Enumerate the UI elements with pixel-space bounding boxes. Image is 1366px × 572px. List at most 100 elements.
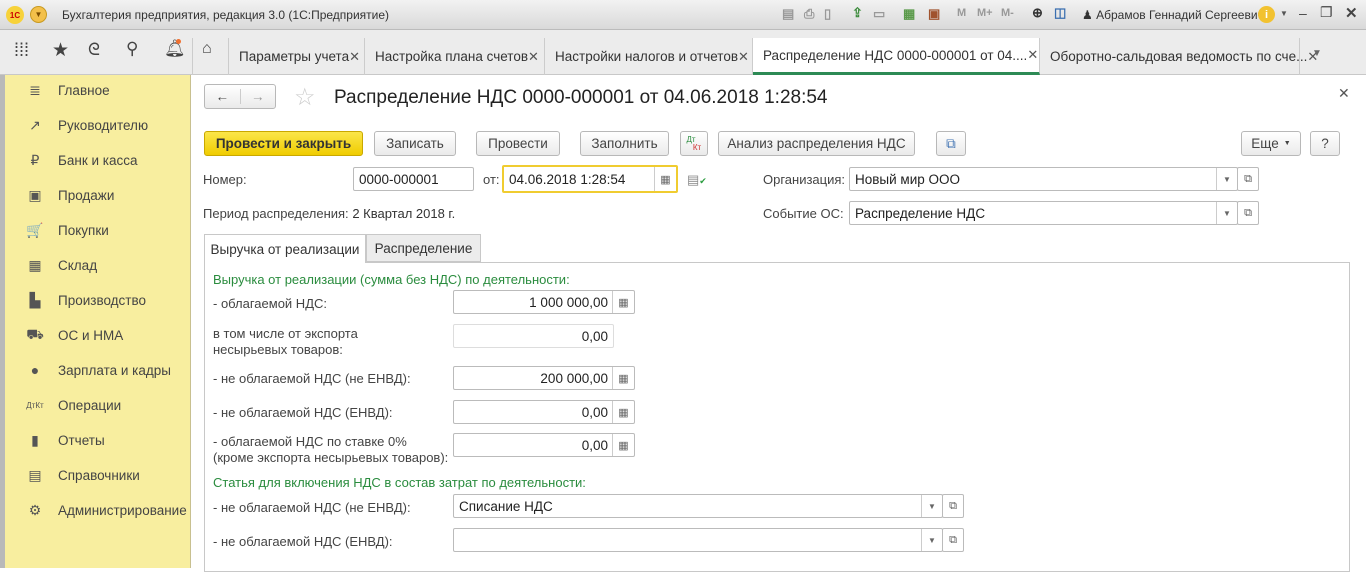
page-title: Распределение НДС 0000-000001 от 04.06.2… — [334, 87, 828, 108]
print-icon[interactable]: ⎙ — [804, 6, 814, 22]
sidebar-item-salary[interactable]: ● Зарплата и кадры — [23, 360, 171, 380]
close-tab-icon[interactable]: ✕ — [349, 49, 360, 65]
back-button[interactable]: ← — [205, 89, 241, 104]
person-icon: ● — [30, 362, 40, 378]
open-cost-non-envd-button[interactable]: ⧉ — [942, 494, 964, 518]
open-cost-envd-button[interactable]: ⧉ — [942, 528, 964, 552]
sidebar-item-bank[interactable]: ₽ Банк и касса — [23, 150, 138, 170]
sidebar-item-fixed-assets[interactable]: ⛟ ОС и НМА — [23, 325, 123, 345]
close-tab-icon[interactable]: ✕ — [1027, 47, 1038, 63]
favorites-star-icon[interactable]: ★ — [52, 39, 69, 62]
non-taxable-input[interactable]: 200 000,00 ▦ — [453, 366, 635, 390]
calculator-icon[interactable]: ▦ — [612, 434, 634, 456]
dropdown-icon[interactable]: ▼ — [1216, 168, 1237, 190]
sidebar-item-purchases[interactable]: 🛒 Покупки — [23, 220, 109, 240]
tab-turnover-balance[interactable]: Оборотно-сальдовая ведомость по сче... ✕ — [1040, 38, 1318, 75]
dt-kt-button[interactable]: Дт Кт — [680, 131, 708, 156]
app-logo: 1С — [6, 6, 24, 24]
sidebar-item-manager[interactable]: ↗ Руководителю — [23, 115, 148, 135]
export-label: в том числе от экспорта несырьевых товар… — [213, 326, 358, 357]
dropdown-icon[interactable]: ▼ — [1216, 202, 1237, 224]
memory-plus-button[interactable]: M+ — [977, 7, 993, 19]
tabs-dropdown-icon[interactable]: ▼ — [1312, 48, 1322, 59]
help-button[interactable]: ? — [1310, 131, 1340, 156]
notifications-bell-icon[interactable]: 🔔︎ — [164, 39, 186, 59]
post-button[interactable]: Провести — [476, 131, 560, 156]
calculator-icon[interactable]: ▦ — [612, 401, 634, 423]
sidebar-item-admin[interactable]: ⚙ Администрирование — [23, 500, 187, 520]
more-button[interactable]: Еще ▼ — [1241, 131, 1301, 156]
sidebar-item-production[interactable]: ▙ Производство — [23, 290, 146, 310]
restore-icon[interactable]: ❐ — [1320, 4, 1333, 21]
tab-chart-of-accounts[interactable]: Настройка плана счетов ✕ — [365, 38, 545, 75]
tab-vat-distribution[interactable]: Распределение НДС 0000-000001 от 04.... ✕ — [753, 38, 1040, 75]
tab-label: Оборотно-сальдовая ведомость по сче... — [1050, 49, 1308, 64]
dropdown-icon[interactable]: ▼ — [921, 529, 942, 551]
structure-icon[interactable]: ⧉ — [936, 131, 966, 156]
sidebar-item-warehouse[interactable]: ▦ Склад — [23, 255, 97, 275]
organization-select[interactable]: Новый мир ООО ▼ — [849, 167, 1238, 191]
sidebar-item-main[interactable]: ≣ Главное — [23, 80, 109, 100]
zero-rate-input[interactable]: 0,00 ▦ — [453, 433, 635, 457]
tab-label: Параметры учета — [239, 49, 350, 64]
tab-distribution[interactable]: Распределение — [366, 234, 481, 262]
save-button[interactable]: Записать — [374, 131, 456, 156]
calendar-icon[interactable]: ▦ — [654, 167, 676, 191]
home-icon[interactable]: ⌂ — [202, 40, 212, 58]
close-tab-icon[interactable]: ✕ — [528, 49, 539, 65]
envd-input[interactable]: 0,00 ▦ — [453, 400, 635, 424]
sidebar-item-operations[interactable]: ДтКт Операции — [23, 395, 121, 415]
user-name[interactable]: ♟ Абрамов Геннадий Сергеевич — [1082, 8, 1264, 22]
calculator-icon[interactable]: ▦ — [903, 6, 915, 22]
save-icon[interactable]: ▤ — [782, 6, 794, 22]
sidebar-item-sales[interactable]: ▣ Продажи — [23, 185, 114, 205]
fill-button[interactable]: Заполнить — [580, 131, 669, 156]
sidebar-item-label: Продажи — [58, 187, 115, 203]
apps-menu-icon[interactable]: ⁞⁞⁞ — [14, 40, 29, 61]
close-tab-icon[interactable]: ✕ — [738, 49, 749, 65]
cost-envd-label: - не облагаемой НДС (ЕНВД): — [213, 534, 393, 549]
dropdown-icon[interactable]: ▼ — [921, 495, 942, 517]
open-event-button[interactable]: ⧉ — [1237, 201, 1259, 225]
open-organization-button[interactable]: ⧉ — [1237, 167, 1259, 191]
tab-revenue[interactable]: Выручка от реализации — [204, 234, 366, 263]
calendar-icon[interactable]: ▣ — [928, 6, 940, 22]
sidebar-item-catalogs[interactable]: ▤ Справочники — [23, 465, 139, 485]
post-status-icon: ▤✔ — [687, 172, 707, 187]
cost-non-envd-select[interactable]: Списание НДС ▼ — [453, 494, 943, 518]
number-input[interactable]: 0000-000001 — [353, 167, 474, 191]
memory-m-button[interactable]: M — [957, 7, 966, 19]
info-dropdown-icon[interactable]: ▼ — [1280, 9, 1288, 18]
scanner-icon[interactable]: ▭ — [873, 6, 885, 22]
cost-envd-select[interactable]: ▼ — [453, 528, 943, 552]
vat-analysis-button[interactable]: Анализ распределения НДС — [718, 131, 915, 156]
main-menu-button[interactable]: ▼ — [30, 6, 47, 23]
history-icon[interactable]: ᘓ — [88, 40, 100, 60]
info-icon[interactable]: i — [1258, 6, 1275, 23]
forward-button[interactable]: → — [241, 89, 276, 104]
preview-icon[interactable]: ▯ — [824, 6, 831, 22]
calculator-icon[interactable]: ▦ — [612, 291, 634, 313]
cost-non-envd-value: Списание НДС — [459, 498, 553, 514]
memory-minus-button[interactable]: M- — [1001, 7, 1014, 19]
tab-parameters[interactable]: Параметры учета ✕ — [228, 38, 365, 75]
close-window-icon[interactable]: ✕ — [1345, 4, 1358, 22]
period-value: 2 Квартал 2018 г. — [352, 206, 456, 221]
envd-value: 0,00 — [581, 404, 608, 420]
upload-icon[interactable]: ⇪ — [852, 5, 863, 21]
sidebar-item-reports[interactable]: ▮ Отчеты — [23, 430, 105, 450]
post-and-close-button[interactable]: Провести и закрыть — [204, 131, 363, 156]
event-select[interactable]: Распределение НДС ▼ — [849, 201, 1238, 225]
close-form-icon[interactable]: ✕ — [1338, 85, 1350, 102]
calculator-icon[interactable]: ▦ — [612, 367, 634, 389]
favorite-star-icon[interactable]: ☆ — [294, 83, 316, 112]
books-icon: ▤ — [28, 466, 42, 483]
minimize-icon[interactable]: – — [1299, 5, 1307, 21]
date-input[interactable]: 04.06.2018 1:28:54 ▦ — [502, 165, 678, 193]
search-icon[interactable]: ⚲ — [126, 39, 138, 59]
sidebar-item-label: Покупки — [58, 222, 109, 238]
taxable-input[interactable]: 1 000 000,00 ▦ — [453, 290, 635, 314]
tab-tax-settings[interactable]: Настройки налогов и отчетов ✕ — [545, 38, 753, 75]
zoom-icon[interactable]: ⊕ — [1032, 5, 1043, 21]
panels-icon[interactable]: ◫ — [1054, 5, 1066, 21]
